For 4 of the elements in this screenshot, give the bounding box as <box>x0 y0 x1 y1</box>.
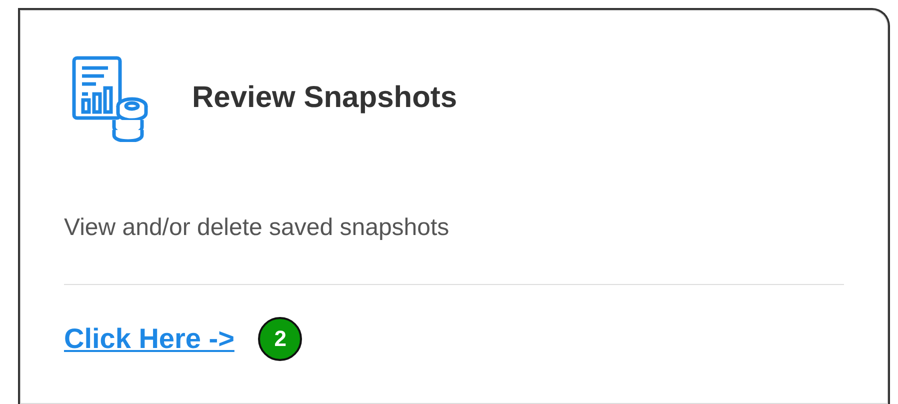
click-here-link[interactable]: Click Here -> <box>64 323 234 355</box>
card-title: Review Snapshots <box>192 81 458 115</box>
card-description: View and/or delete saved snapshots <box>64 214 450 242</box>
step-badge: 2 <box>258 317 302 361</box>
